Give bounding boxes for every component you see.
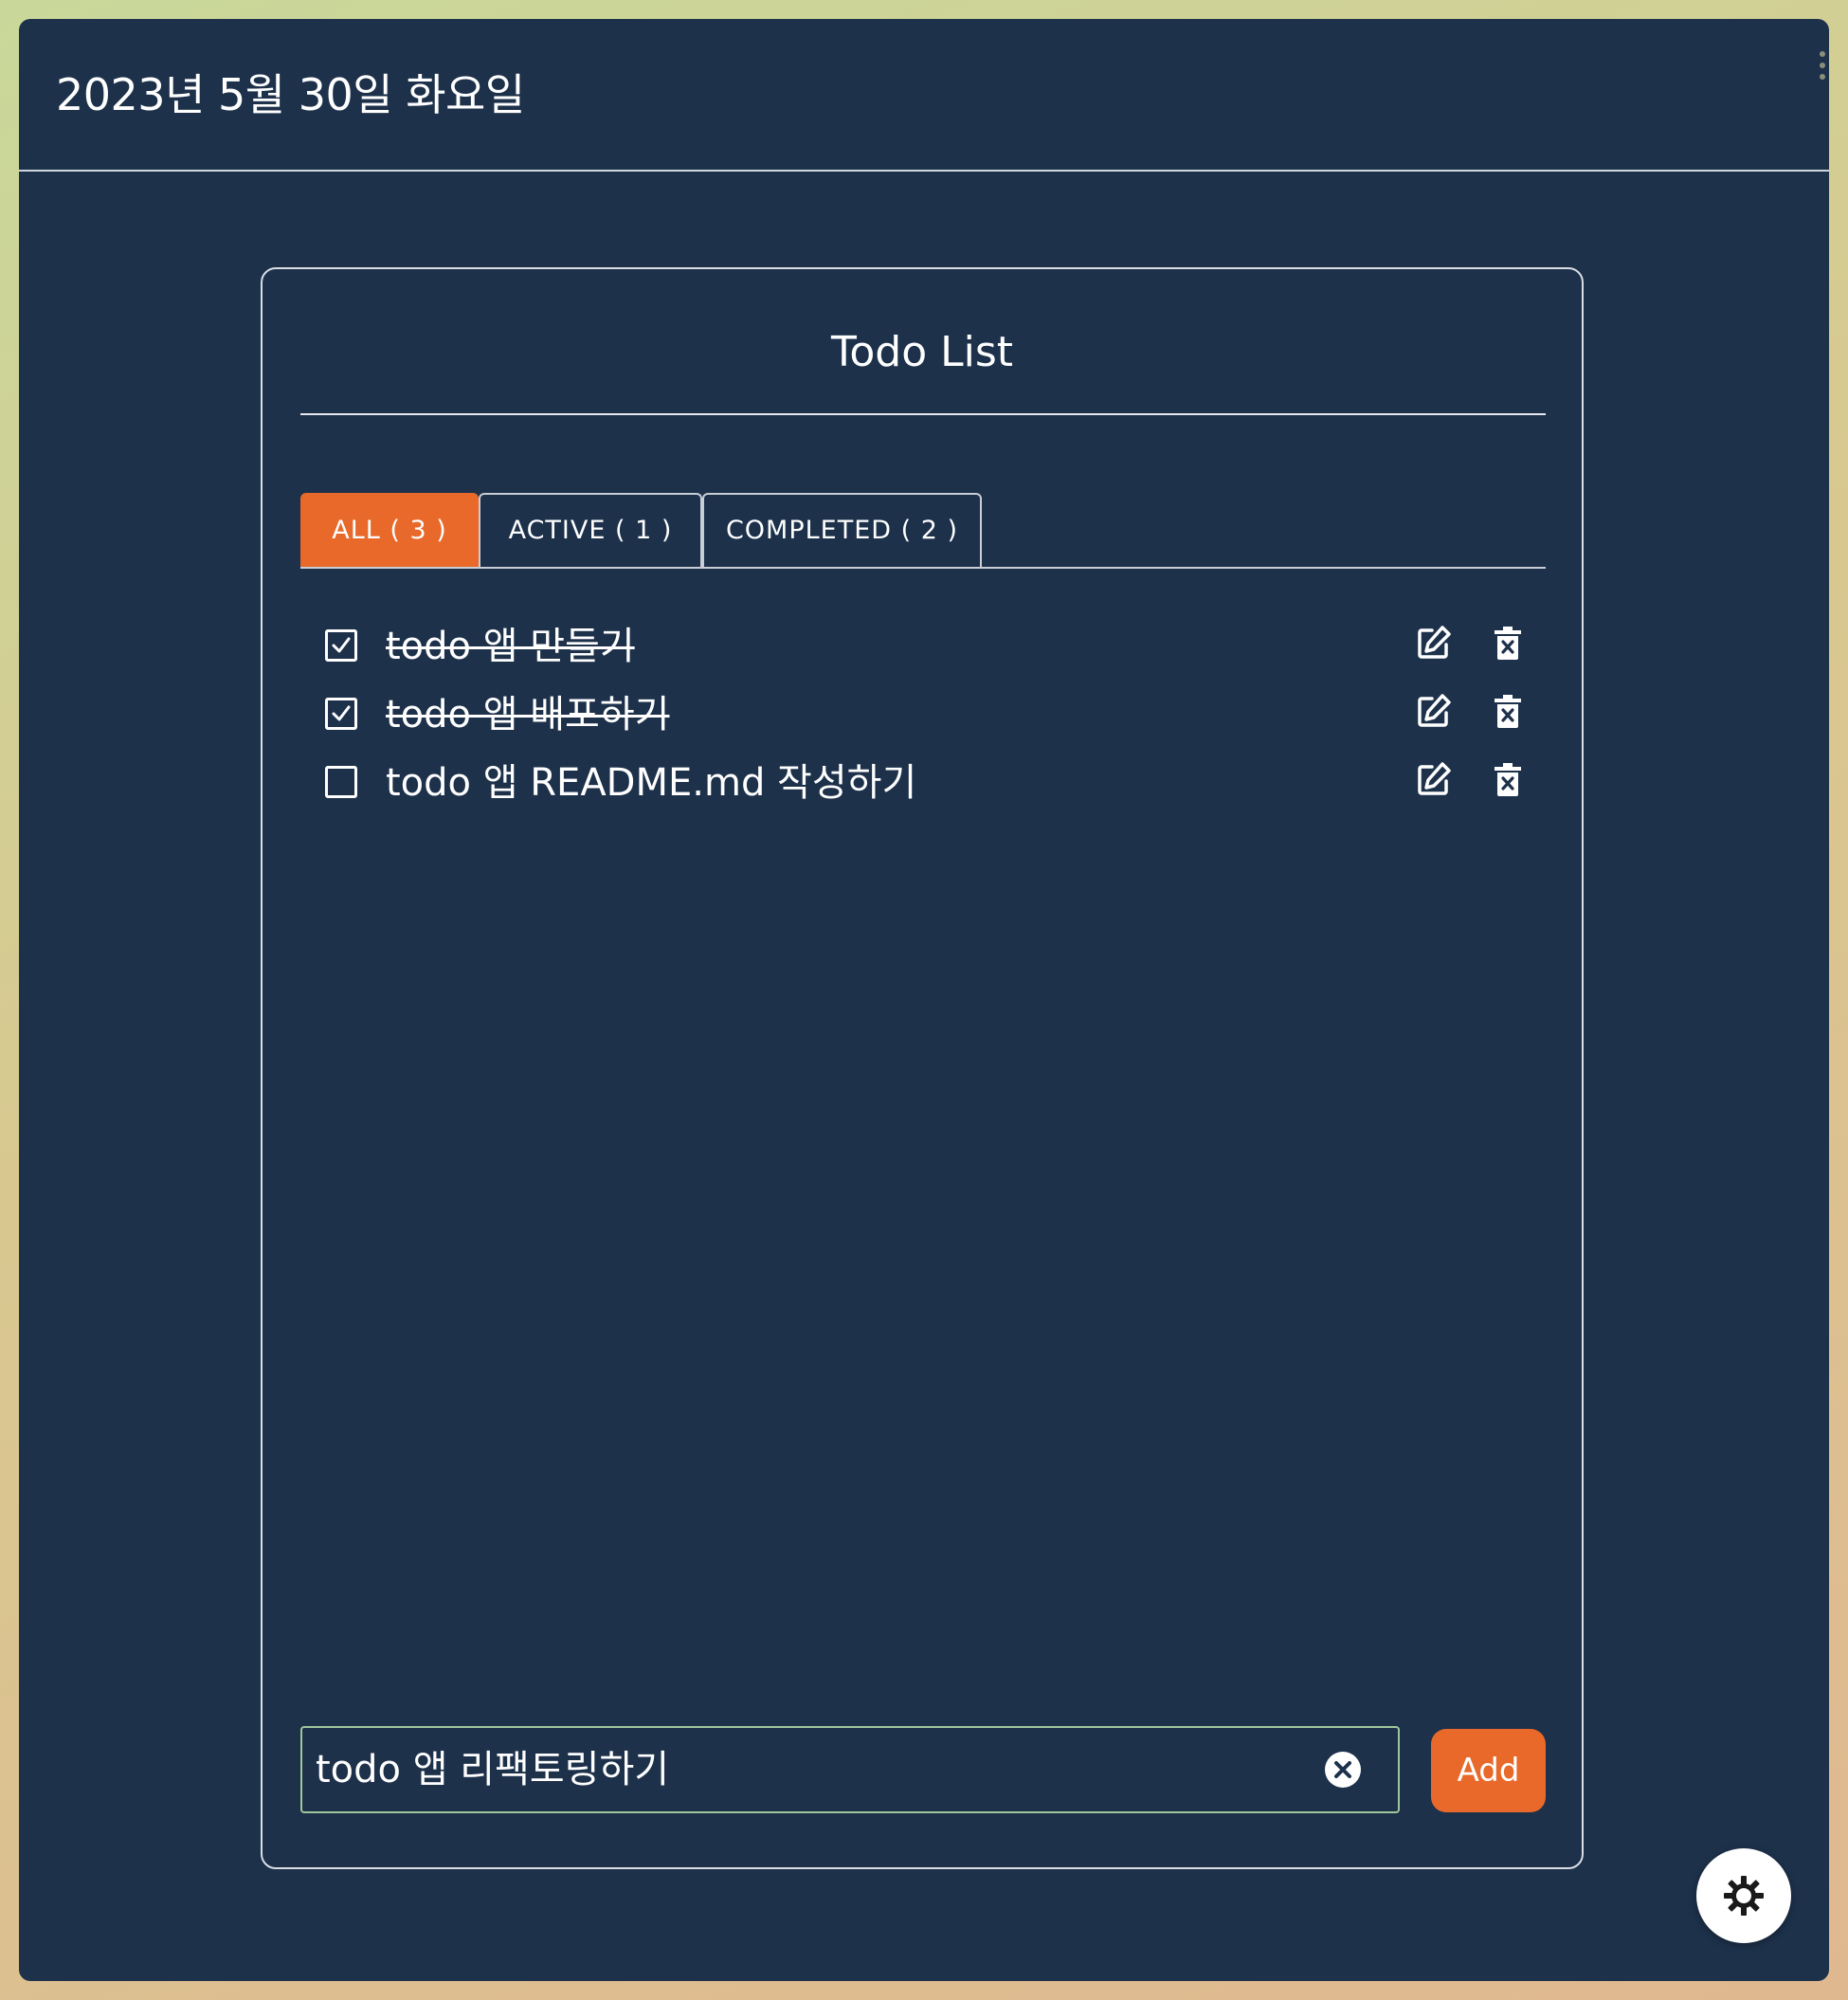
todo-text: todo 앱 배포하기 [386, 693, 670, 736]
tab-all[interactable]: ALL ( 3 ) [300, 493, 479, 567]
trash-icon [1495, 627, 1521, 660]
todo-card: Todo List ALL ( 3 ) ACTIVE ( 1 ) COMPLET… [261, 267, 1584, 1869]
todo-text: todo 앱 README.md 작성하기 [386, 761, 917, 805]
checkmark-icon [332, 705, 351, 721]
todo-item: todo 앱 배포하기 [300, 682, 1546, 751]
checkmark-icon [332, 637, 351, 653]
delete-button[interactable] [1494, 626, 1522, 662]
tab-active[interactable]: ACTIVE ( 1 ) [479, 493, 702, 567]
edit-button[interactable] [1415, 760, 1453, 798]
todo-checkbox[interactable] [325, 629, 357, 662]
edit-button[interactable] [1415, 624, 1453, 662]
todo-item: todo 앱 README.md 작성하기 [300, 751, 1546, 819]
theme-toggle-button[interactable] [1696, 1848, 1791, 1943]
edit-icon [1418, 694, 1451, 727]
sun-icon [1724, 1876, 1764, 1916]
close-circle-icon [1325, 1752, 1361, 1788]
top-header: 2023년 5월 30일 화요일 [19, 19, 1829, 172]
edit-icon [1418, 626, 1451, 659]
edit-button[interactable] [1415, 692, 1453, 730]
delete-button[interactable] [1494, 694, 1522, 730]
todo-checkbox[interactable] [325, 766, 357, 798]
new-todo-input[interactable] [316, 1739, 1320, 1800]
todo-input-field [300, 1726, 1400, 1813]
filter-tabs: ALL ( 3 ) ACTIVE ( 1 ) COMPLETED ( 2 ) [300, 493, 1546, 569]
title-divider [300, 413, 1546, 415]
trash-icon [1495, 763, 1521, 796]
clear-input-button[interactable] [1324, 1751, 1362, 1789]
trash-icon [1495, 695, 1521, 728]
todo-checkbox[interactable] [325, 698, 357, 730]
edit-icon [1418, 762, 1451, 795]
add-button[interactable]: Add [1431, 1729, 1546, 1812]
delete-button[interactable] [1494, 762, 1522, 798]
todo-text: todo 앱 만들기 [386, 625, 635, 668]
tab-completed[interactable]: COMPLETED ( 2 ) [702, 493, 982, 567]
add-todo-form: Add [300, 1726, 1546, 1813]
todo-list: todo 앱 만들기 todo 앱 배포하기 todo 앱 README.md … [300, 614, 1546, 819]
app-window: 2023년 5월 30일 화요일 Todo List ALL ( 3 ) ACT… [19, 19, 1829, 1981]
date-title: 2023년 5월 30일 화요일 [56, 69, 525, 120]
card-title: Todo List [830, 328, 1014, 376]
todo-item: todo 앱 만들기 [300, 614, 1546, 682]
